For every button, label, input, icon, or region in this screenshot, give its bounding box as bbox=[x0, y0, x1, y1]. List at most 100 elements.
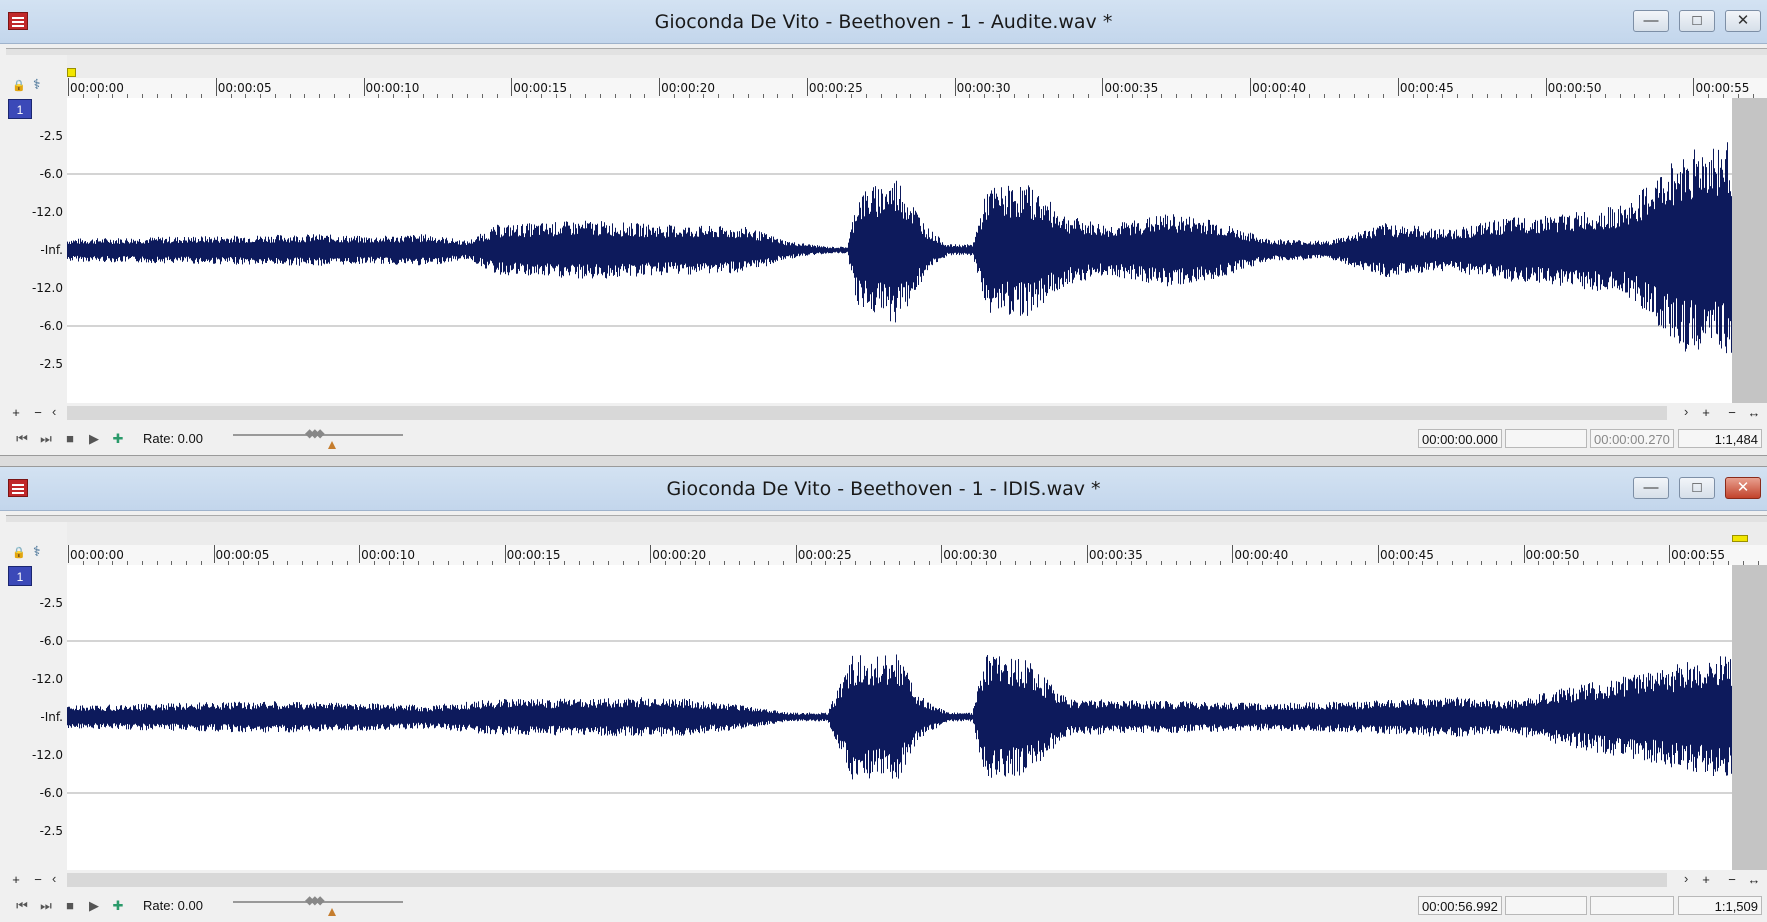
ruler-major-tick bbox=[954, 78, 956, 96]
zoom-ratio-field[interactable]: 1:1,484 bbox=[1678, 429, 1762, 448]
stop-icon[interactable]: ■ bbox=[62, 899, 78, 913]
zoom-in-time-button[interactable]: + bbox=[1698, 872, 1714, 887]
time-ruler[interactable]: 00:00:00 00:00:05 00:00:10 00:00:15 00:00:20… bbox=[67, 545, 1767, 566]
ruler-label: 00:00:10 bbox=[361, 548, 415, 562]
overview-bar[interactable] bbox=[6, 48, 1767, 55]
snap-icon[interactable]: ⚕ bbox=[33, 543, 41, 560]
scroll-right-icon[interactable]: › bbox=[1684, 404, 1688, 419]
selection-start-field[interactable]: 00:00:00.000 bbox=[1418, 429, 1502, 448]
scroll-left-icon[interactable]: ‹ bbox=[52, 404, 56, 419]
loop-icon[interactable]: ✚ bbox=[110, 432, 126, 446]
close-icon: ✕ bbox=[1736, 479, 1750, 496]
title-bar[interactable]: Gioconda De Vito - Beethoven - 1 - Audit… bbox=[0, 0, 1767, 44]
scroll-right-icon[interactable]: › bbox=[1684, 871, 1688, 886]
waveform-svg bbox=[67, 640, 1732, 794]
maximize-button[interactable]: □ bbox=[1679, 477, 1715, 499]
scrollbar-track[interactable] bbox=[67, 406, 1667, 420]
marker-bar[interactable] bbox=[67, 522, 1767, 545]
play-icon[interactable]: ▶ bbox=[86, 899, 102, 913]
selection-end-marker[interactable] bbox=[1732, 535, 1748, 542]
waveform-end-area bbox=[1732, 565, 1767, 870]
stop-icon[interactable]: ■ bbox=[62, 432, 78, 446]
ruler-label: 00:00:35 bbox=[1104, 81, 1159, 95]
go-to-end-icon[interactable]: ⏭ bbox=[38, 432, 54, 446]
level-ruler: -2.5 -6.0 -12.0 -Inf. -12.0 -6.0 -2.5 bbox=[0, 98, 67, 403]
play-icon[interactable]: ▶ bbox=[86, 432, 102, 446]
scroll-left-icon[interactable]: ‹ bbox=[52, 871, 56, 886]
loop-icon[interactable]: ✚ bbox=[110, 899, 126, 913]
window-title: Gioconda De Vito - Beethoven - 1 - Audit… bbox=[654, 11, 1113, 33]
level-label: -6.0 bbox=[39, 319, 63, 333]
zoom-out-time-button[interactable]: − bbox=[1724, 872, 1740, 887]
selection-end-field[interactable] bbox=[1505, 429, 1587, 448]
level-ruler: -2.5 -6.0 -12.0 -Inf. -12.0 -6.0 -2.5 bbox=[0, 565, 67, 870]
zoom-in-time-button[interactable]: + bbox=[1698, 405, 1714, 420]
zoom-out-level-button[interactable]: − bbox=[30, 872, 46, 887]
selection-end-field[interactable] bbox=[1505, 896, 1587, 915]
wave-window-idis[interactable]: Gioconda De Vito - Beethoven - 1 - IDIS.… bbox=[0, 467, 1767, 922]
zoom-out-time-button[interactable]: − bbox=[1724, 405, 1740, 420]
ruler-major-tick bbox=[363, 78, 365, 96]
ruler-label: 00:00:30 bbox=[943, 548, 998, 562]
go-to-end-icon[interactable]: ⏭ bbox=[38, 899, 54, 913]
ruler-label: 00:00:40 bbox=[1252, 81, 1307, 95]
close-icon: ✕ bbox=[1736, 12, 1750, 29]
horizontal-scrollbar[interactable]: + − ‹ › + − ↔ bbox=[0, 403, 1767, 423]
title-bar[interactable]: Gioconda De Vito - Beethoven - 1 - IDIS.… bbox=[0, 467, 1767, 511]
level-label: -Inf. bbox=[40, 243, 63, 257]
overview-bar[interactable] bbox=[6, 515, 1767, 522]
zoom-fit-icon[interactable]: ↔ bbox=[1746, 872, 1762, 887]
marker-bar[interactable] bbox=[67, 55, 1767, 78]
ruler-label: 00:00:50 bbox=[1547, 81, 1602, 95]
ruler-major-tick bbox=[1397, 78, 1399, 96]
ruler-label: 00:00:10 bbox=[365, 81, 420, 95]
zoom-fit-icon[interactable]: ↔ bbox=[1746, 405, 1762, 420]
close-button[interactable]: ✕ bbox=[1725, 477, 1761, 499]
wave-window-audite[interactable]: Gioconda De Vito - Beethoven - 1 - Audit… bbox=[0, 0, 1767, 455]
horizontal-scrollbar[interactable]: + − ‹ › + − ↔ bbox=[0, 870, 1767, 890]
ruler-label: 00:00:50 bbox=[1525, 548, 1580, 562]
go-to-start-icon[interactable]: ⏮ bbox=[14, 432, 30, 446]
scrollbar-track[interactable] bbox=[67, 873, 1667, 887]
zoom-out-level-button[interactable]: − bbox=[30, 405, 46, 420]
track-number-badge[interactable]: 1 bbox=[8, 566, 32, 586]
selection-length-field[interactable]: 00:00:00.270 bbox=[1590, 429, 1674, 448]
selection-length-field[interactable] bbox=[1590, 896, 1674, 915]
ruler-major-tick bbox=[1669, 545, 1671, 563]
minimize-icon: — bbox=[1643, 12, 1659, 29]
ruler-major-tick bbox=[1693, 78, 1695, 96]
level-label: -12.0 bbox=[31, 748, 63, 762]
ruler-major-tick bbox=[1377, 545, 1379, 563]
minimize-button[interactable]: — bbox=[1633, 10, 1669, 32]
ruler-label: 00:00:30 bbox=[956, 81, 1011, 95]
zoom-in-level-button[interactable]: + bbox=[8, 872, 24, 887]
zoom-in-level-button[interactable]: + bbox=[8, 405, 24, 420]
ruler-major-tick bbox=[213, 545, 215, 563]
rate-slider-thumb[interactable]: ◆◆◆ bbox=[305, 893, 325, 907]
transport-bar: ⏮ ⏭ ■ ▶ ✚ Rate: 0.00 ◆◆◆ 00:00:56.992 1:… bbox=[0, 890, 1767, 922]
close-button[interactable]: ✕ bbox=[1725, 10, 1761, 32]
minimize-button[interactable]: — bbox=[1633, 477, 1669, 499]
ruler-major-tick bbox=[1232, 545, 1234, 563]
ruler-label: 00:00:20 bbox=[661, 81, 715, 95]
go-to-start-icon[interactable]: ⏮ bbox=[14, 899, 30, 913]
snap-icon[interactable]: ⚕ bbox=[33, 76, 41, 93]
time-ruler[interactable]: 00:00:00 00:00:05 00:00:10 00:00:15 00:00:20… bbox=[67, 78, 1767, 99]
track-number-badge[interactable]: 1 bbox=[8, 99, 32, 119]
waveform-display[interactable] bbox=[67, 98, 1732, 403]
maximize-button[interactable]: □ bbox=[1679, 10, 1715, 32]
waveform-display[interactable] bbox=[67, 565, 1732, 870]
ruler-label: 00:00:55 bbox=[1671, 548, 1725, 562]
zoom-ratio-field[interactable]: 1:1,509 bbox=[1678, 896, 1762, 915]
lock-icon[interactable]: 🔒 bbox=[12, 546, 26, 559]
selection-start-field[interactable]: 00:00:56.992 bbox=[1418, 896, 1502, 915]
ruler-label: 00:00:15 bbox=[506, 548, 561, 562]
ruler-label: 00:00:45 bbox=[1399, 81, 1454, 95]
rate-label: Rate: 0.00 bbox=[143, 898, 203, 913]
level-label: -6.0 bbox=[39, 167, 63, 181]
minimize-icon: — bbox=[1643, 479, 1659, 496]
lock-icon[interactable]: 🔒 bbox=[12, 79, 26, 92]
rate-slider-thumb[interactable]: ◆◆◆ bbox=[305, 426, 325, 440]
ruler-major-tick bbox=[659, 78, 661, 96]
selection-start-marker[interactable] bbox=[67, 68, 76, 77]
